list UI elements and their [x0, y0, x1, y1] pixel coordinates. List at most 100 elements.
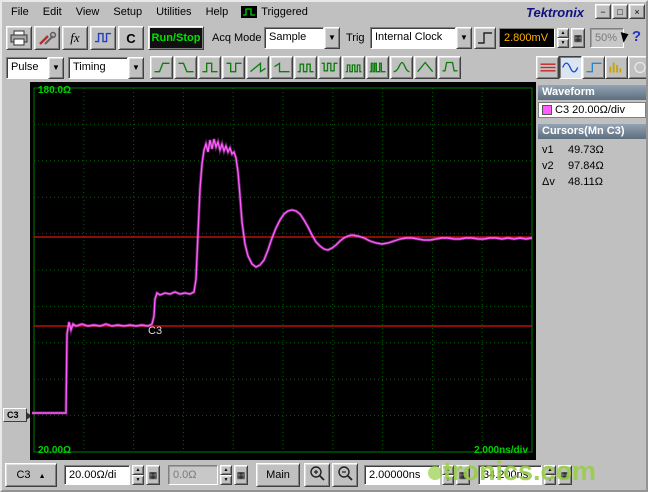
waveshape-toolbar: Pulse ▼ Timing ▼	[2, 54, 646, 82]
intensity-field[interactable]: 50%	[590, 28, 624, 48]
triangle-button[interactable]	[414, 56, 437, 79]
spin-down-icon[interactable]: ▼	[442, 475, 454, 485]
menubar: File Edit View Setup Utilities Help Triggered…	[2, 2, 646, 22]
pulse-pair-button[interactable]	[294, 56, 317, 79]
minimize-button[interactable]: −	[595, 4, 611, 19]
ramp-fall-button[interactable]	[270, 56, 293, 79]
chevron-down-icon[interactable]: ▼	[128, 57, 144, 79]
cursor-c-button[interactable]: C	[118, 26, 144, 50]
chevron-down-icon[interactable]: ▼	[324, 27, 340, 49]
trig-label: Trig	[346, 32, 365, 44]
keypad-icon[interactable]: ▦	[558, 465, 572, 485]
vertical-offset-field[interactable]: 0.0Ω	[168, 465, 218, 485]
readout-value: 49.73Ω	[568, 144, 604, 156]
zoom-out-button[interactable]	[332, 463, 358, 487]
spin-up-icon[interactable]: ▲	[544, 465, 556, 475]
menu-utilities[interactable]: Utilities	[149, 4, 198, 20]
trigger-level-spinner: ▲ ▼	[557, 28, 569, 48]
keypad-icon[interactable]: ▦	[571, 28, 585, 48]
main-timebase-button[interactable]: Main	[256, 463, 300, 487]
trig-source-select[interactable]: Internal Clock ▼	[370, 27, 472, 49]
cursor-readout-row: v1 49.73Ω	[542, 144, 646, 159]
triangle-icon	[416, 61, 433, 73]
gaussian-icon	[393, 61, 410, 73]
acq-mode-value: Sample	[264, 27, 324, 49]
maximize-button[interactable]: □	[612, 4, 628, 19]
menu-edit[interactable]: Edit	[36, 4, 69, 20]
histogram-icon	[608, 62, 621, 73]
keypad-icon[interactable]: ▦	[146, 465, 160, 485]
trigger-level-field[interactable]: 2.800mV	[499, 28, 555, 48]
scope-graticule[interactable]: C3	[30, 82, 536, 460]
spin-up-icon[interactable]: ▲	[557, 28, 569, 38]
printer-icon	[10, 30, 28, 46]
waveform-entry-label: C3 20.00Ω/div	[555, 104, 625, 116]
tektronix-logo: Tektronix	[526, 5, 585, 20]
context-help-button[interactable]: ?	[620, 27, 642, 49]
channel-select-button[interactable]: C3 ▲	[5, 463, 57, 487]
menu-items: File Edit View Setup Utilities Help	[4, 6, 235, 18]
channel-marker[interactable]: C3	[3, 408, 32, 422]
vertical-scale-field[interactable]: 20.00Ω/di	[64, 465, 130, 485]
pulse-burst-button[interactable]	[366, 56, 389, 79]
trigger-slope-button[interactable]	[474, 27, 496, 49]
magnifier-minus-icon	[338, 465, 353, 481]
spin-down-icon[interactable]: ▼	[220, 475, 232, 485]
edge-rise-button[interactable]	[150, 56, 173, 79]
menu-file[interactable]: File	[4, 4, 36, 20]
chevron-down-icon[interactable]: ▼	[48, 57, 64, 79]
horizontal-delay-field[interactable]: 34.200ns	[478, 465, 542, 485]
zoom-in-button[interactable]	[304, 463, 330, 487]
pulse-pos-button[interactable]	[198, 56, 221, 79]
pulse-train-button[interactable]	[342, 56, 365, 79]
measure-class-select[interactable]: Timing ▼	[68, 57, 144, 79]
sine-wave-button[interactable]	[559, 56, 582, 79]
spin-down-icon[interactable]: ▼	[132, 475, 144, 485]
spin-down-icon[interactable]: ▼	[557, 38, 569, 48]
spin-down-icon[interactable]: ▼	[544, 475, 556, 485]
acq-mode-select[interactable]: Sample ▼	[264, 27, 340, 49]
step-wave-icon	[586, 62, 601, 73]
magnifier-plus-icon	[310, 465, 325, 481]
run-stop-button[interactable]: Run/Stop	[148, 26, 204, 50]
timebase-field[interactable]: 2.00000ns	[364, 465, 440, 485]
spin-up-icon[interactable]: ▲	[220, 465, 232, 475]
pointer-icon	[620, 30, 631, 43]
keypad-icon[interactable]: ▦	[234, 465, 248, 485]
setup-tools-button[interactable]	[34, 26, 60, 50]
chevron-down-icon[interactable]: ▼	[456, 27, 472, 49]
menu-view[interactable]: View	[69, 4, 107, 20]
define-waveform-button[interactable]	[90, 26, 116, 50]
pulse-wide-button[interactable]	[438, 56, 461, 79]
pulse-neg-pair-button[interactable]	[318, 56, 341, 79]
pulse-wide-icon	[442, 61, 457, 72]
cursor-lines-icon	[540, 63, 555, 72]
measure-class-value: Timing	[68, 57, 128, 79]
keypad-icon[interactable]: ▦	[456, 465, 470, 485]
menu-setup[interactable]: Setup	[106, 4, 149, 20]
ramp-rise-button[interactable]	[246, 56, 269, 79]
signal-type-select[interactable]: Pulse ▼	[6, 57, 64, 79]
chevron-up-icon: ▲	[38, 473, 46, 480]
step-wave-button[interactable]	[582, 56, 605, 79]
question-mark-icon: ?	[631, 28, 641, 45]
math-fx-button[interactable]: fx	[62, 26, 88, 50]
gaussian-button[interactable]	[390, 56, 413, 79]
main-area: C3 C3 180.0Ω 20.00Ω 2.000ns/div Waveform…	[2, 82, 646, 460]
mask-circle-button[interactable]	[628, 56, 646, 79]
edge-fall-icon	[178, 62, 193, 73]
waveform-list-item[interactable]: C3 20.00Ω/div	[538, 102, 646, 118]
menu-help[interactable]: Help	[199, 4, 236, 20]
histogram-button[interactable]	[605, 56, 628, 79]
offset-spinner: ▲ ▼	[220, 465, 232, 485]
close-button[interactable]: ×	[629, 4, 645, 19]
cursor-lines-button[interactable]	[536, 56, 559, 79]
pulse-neg-button[interactable]	[222, 56, 245, 79]
window-controls: − □ ×	[595, 4, 645, 19]
pulse-pair-icon	[297, 63, 313, 73]
spin-up-icon[interactable]: ▲	[442, 465, 454, 475]
print-button[interactable]	[6, 26, 32, 50]
spin-up-icon[interactable]: ▲	[132, 465, 144, 475]
edge-fall-button[interactable]	[174, 56, 197, 79]
scope-display[interactable]: C3 180.0Ω 20.00Ω 2.000ns/div	[30, 82, 536, 460]
